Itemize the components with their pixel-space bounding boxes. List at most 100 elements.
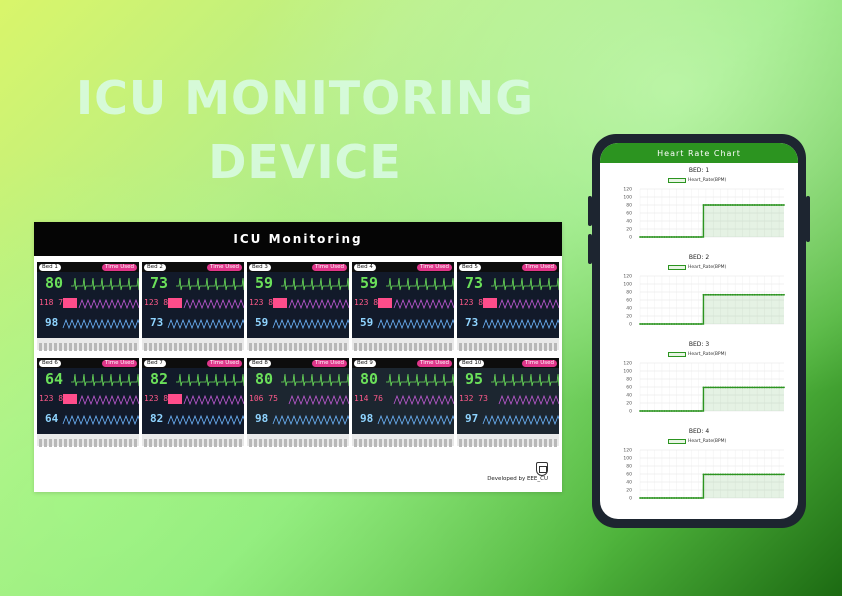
bed-card[interactable]: Bed 6 Time Used 64 123 89 64 — [37, 358, 139, 447]
bed-card[interactable]: Bed 7 Time Used 82 123 89 82 — [142, 358, 244, 447]
bed-card[interactable]: Bed 3 Time Used 59 123 89 59 — [247, 262, 349, 351]
data-point — [668, 410, 671, 412]
monitor-image: 80 118 79 98 — [37, 272, 139, 338]
data-point — [726, 204, 729, 206]
y-tick-label: 120 — [623, 274, 632, 280]
monitor-image: 59 123 89 59 — [247, 272, 349, 338]
legend-label: Heart_Rate(BPM) — [688, 439, 727, 444]
chart-legend[interactable]: Heart_Rate(BPM) — [668, 178, 726, 183]
monitor-base-slot — [449, 343, 452, 351]
data-point — [734, 293, 737, 296]
monitor-base-slot — [254, 343, 257, 351]
monitor-base-slot — [39, 343, 42, 351]
monitor-base-slot — [489, 439, 492, 447]
time-used-badge[interactable]: Time Used — [207, 263, 242, 271]
monitor-base-slot — [224, 439, 227, 447]
time-used-badge[interactable]: Time Used — [102, 359, 137, 367]
chart-legend[interactable]: Heart_Rate(BPM) — [668, 265, 726, 270]
monitor-base-slot — [214, 439, 217, 447]
bed-card[interactable]: Bed 2 Time Used 73 123 89 73 — [142, 262, 244, 351]
data-point — [697, 410, 700, 412]
phone-side-button — [588, 196, 592, 226]
data-point — [670, 323, 673, 325]
chart-legend[interactable]: Heart_Rate(BPM) — [668, 439, 726, 444]
bed-card[interactable]: Bed 10 Time Used 95 132 73 97 — [457, 358, 559, 447]
data-point — [653, 236, 656, 238]
time-used-badge[interactable]: Time Used — [417, 263, 452, 271]
monitor-base-slot — [459, 439, 462, 447]
time-used-badge[interactable]: Time Used — [417, 359, 452, 367]
spo2-value: 59 — [360, 316, 374, 329]
time-used-badge[interactable]: Time Used — [312, 263, 347, 271]
monitor-base-slot — [534, 439, 537, 447]
bed-card[interactable]: Bed 9 Time Used 80 114 76 98 — [352, 358, 454, 447]
bed-card[interactable]: Bed 8 Time Used 80 106 75 98 — [247, 358, 349, 447]
data-point — [683, 410, 685, 412]
monitor-base-slot — [549, 343, 552, 351]
time-used-badge[interactable]: Time Used — [102, 263, 137, 271]
data-point — [744, 386, 746, 389]
monitor-base — [352, 434, 454, 447]
bed-card[interactable]: Bed 5 Time Used 73 123 89 73 — [457, 262, 559, 351]
y-tick-label: 0 — [629, 235, 632, 241]
heart-rate-chart: BED: 1 Heart_Rate(BPM) 120 100 80 60 40 20 0 — [600, 167, 798, 251]
chart-legend[interactable]: Heart_Rate(BPM) — [668, 352, 726, 357]
data-point — [695, 236, 698, 238]
monitor-base-slot — [264, 343, 267, 351]
spo2-value: 98 — [45, 316, 59, 329]
heart-rate-value: 59 — [255, 274, 274, 292]
y-tick-label: 60 — [626, 211, 632, 217]
data-point — [741, 473, 744, 476]
data-point — [678, 236, 680, 238]
data-point — [665, 497, 668, 499]
y-tick-label: 0 — [629, 322, 632, 328]
pleth-waveform — [393, 394, 454, 406]
monitor-base-slot — [319, 343, 322, 351]
y-tick-label: 20 — [626, 401, 632, 407]
monitor-base-slot — [524, 343, 527, 351]
data-point — [702, 293, 705, 296]
data-point — [722, 386, 724, 389]
monitor-base — [457, 338, 559, 351]
spo2-value: 64 — [45, 412, 59, 425]
y-tick-label: 100 — [623, 369, 632, 375]
data-point — [641, 236, 644, 238]
chart-plot: 120 100 80 60 40 20 0 — [623, 361, 785, 415]
bed-card[interactable]: Bed 1 Time Used 80 118 79 98 — [37, 262, 139, 351]
chart-title: BED: 4 — [688, 428, 710, 435]
data-point — [756, 473, 759, 476]
bed-card[interactable]: Bed 4 Time Used 59 123 89 59 — [352, 262, 454, 351]
data-point — [668, 323, 671, 325]
monitor-base-slot — [154, 439, 157, 447]
monitor-base — [37, 434, 139, 447]
data-point — [643, 323, 646, 325]
y-tick-label: 100 — [623, 195, 632, 201]
time-used-badge[interactable]: Time Used — [522, 263, 557, 271]
monitor-base-slot — [164, 439, 167, 447]
data-point — [663, 410, 666, 412]
data-point — [639, 410, 641, 412]
data-point — [656, 236, 658, 238]
data-point — [700, 497, 702, 499]
data-point — [766, 386, 768, 389]
monitor-base-slot — [114, 343, 117, 351]
monitor-base-slot — [294, 439, 297, 447]
data-point — [736, 386, 739, 389]
monitor-base-slot — [379, 343, 382, 351]
monitor-base-slot — [384, 439, 387, 447]
bed-card-bar: Bed 3 Time Used — [247, 262, 349, 272]
resp-waveform — [62, 414, 139, 426]
monitor-base-slot — [524, 439, 527, 447]
data-point — [761, 293, 763, 296]
time-used-badge[interactable]: Time Used — [312, 359, 347, 367]
y-tick-label: 80 — [626, 377, 632, 383]
data-point — [687, 323, 690, 325]
monitor-base-slot — [144, 343, 147, 351]
time-used-badge[interactable]: Time Used — [207, 359, 242, 367]
monitor-base-slot — [159, 343, 162, 351]
monitor-base-slot — [199, 439, 202, 447]
data-point — [734, 386, 737, 389]
time-used-badge[interactable]: Time Used — [522, 359, 557, 367]
data-point — [768, 204, 771, 206]
heart-rate-value: 80 — [360, 370, 379, 388]
